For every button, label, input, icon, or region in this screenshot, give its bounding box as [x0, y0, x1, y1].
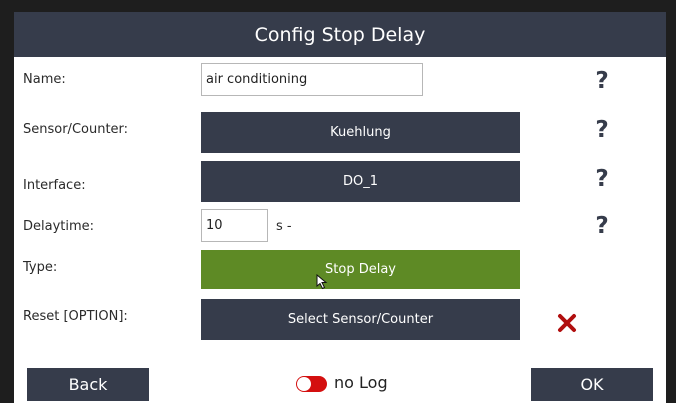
config-stop-delay-dialog: Config Stop Delay Name: ? Sensor/Counter…	[14, 12, 666, 403]
interface-label: Interface:	[23, 178, 86, 193]
dialog-title: Config Stop Delay	[254, 23, 426, 46]
type-label: Type:	[23, 260, 58, 275]
x-mark-icon[interactable]	[557, 313, 577, 337]
name-help-icon[interactable]: ?	[594, 68, 610, 94]
delaytime-help-icon[interactable]: ?	[594, 213, 610, 239]
select-sensor-counter-button[interactable]: Select Sensor/Counter	[201, 299, 520, 340]
name-input[interactable]	[201, 63, 423, 96]
delaytime-label: Delaytime:	[23, 219, 95, 234]
back-button[interactable]: Back	[27, 368, 149, 401]
type-stop-delay-button[interactable]: Stop Delay	[201, 250, 520, 289]
log-toggle-switch[interactable]	[296, 376, 327, 392]
ok-button[interactable]: OK	[531, 368, 653, 401]
delaytime-unit: s -	[276, 219, 292, 234]
mouse-pointer-icon	[316, 273, 330, 294]
sensor-counter-help-icon[interactable]: ?	[594, 117, 610, 143]
sensor-counter-label: Sensor/Counter:	[23, 122, 129, 137]
delaytime-input[interactable]	[201, 209, 268, 242]
toggle-knob	[297, 377, 311, 391]
interface-help-icon[interactable]: ?	[594, 166, 610, 192]
sensor-counter-button[interactable]: Kuehlung	[201, 112, 520, 153]
dialog-title-bar: Config Stop Delay	[14, 12, 666, 57]
reset-option-label: Reset [OPTION]:	[23, 309, 128, 324]
log-toggle-label: no Log	[334, 373, 388, 392]
interface-button[interactable]: DO_1	[201, 161, 520, 202]
name-label: Name:	[23, 72, 66, 87]
